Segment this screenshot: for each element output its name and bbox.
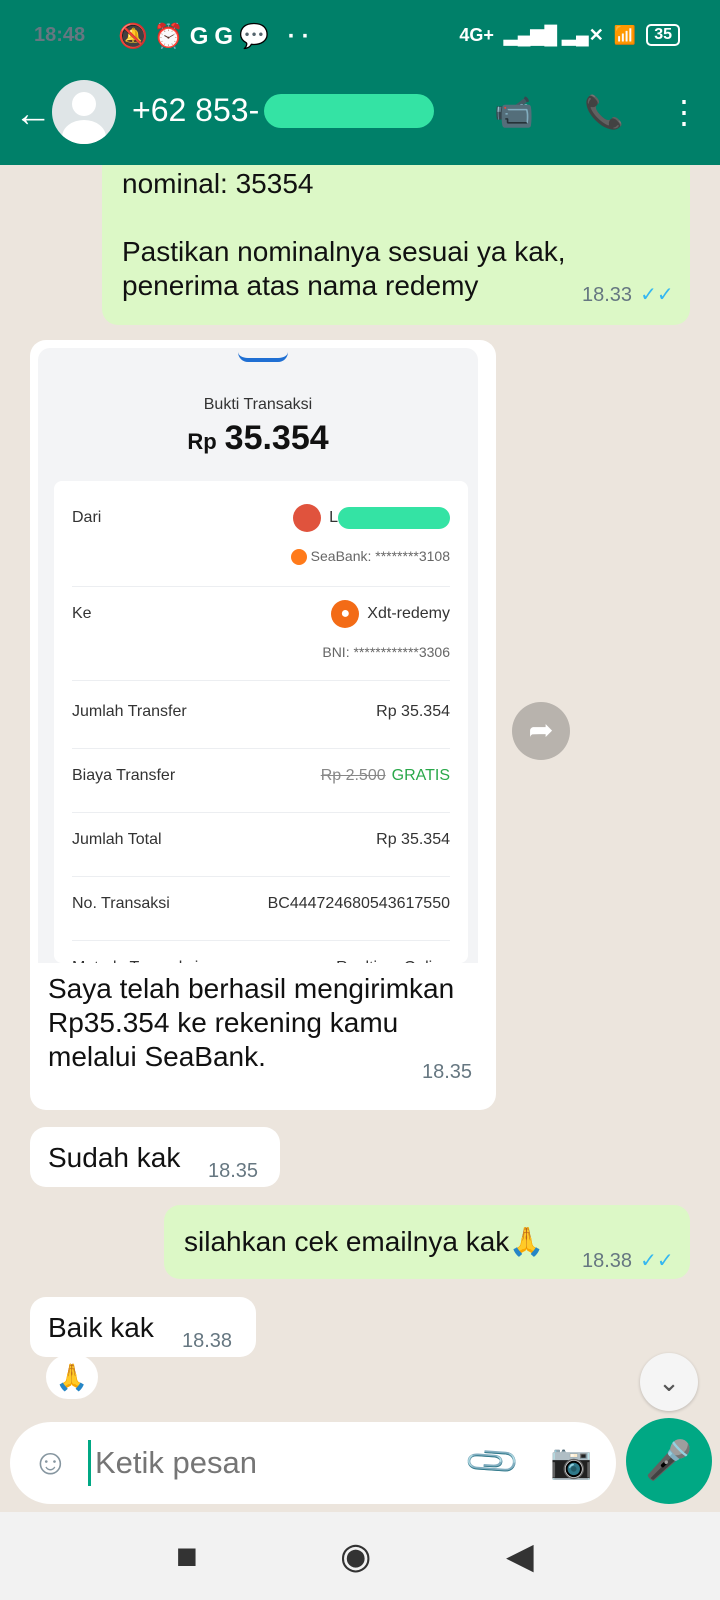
old-fee: Rp 2.500 [320, 767, 386, 784]
avatar-body [62, 120, 106, 144]
avatar-head [72, 92, 96, 116]
recipient-avatar-icon: ● [331, 599, 360, 628]
row-value: L SeaBank: ********3108 [290, 501, 450, 573]
row-label: Metode Transaksi [72, 951, 198, 963]
system-nav-bar: ■ ◉ ◀ [0, 1512, 720, 1600]
row-value: Rp 35.354 [376, 703, 450, 720]
network-label: 4G+ [459, 24, 494, 45]
row-label: Dari [72, 509, 102, 526]
reaction-emoji[interactable]: 🙏 [46, 1355, 98, 1399]
message-text: silahkan cek emailnya kak🙏 [184, 1226, 545, 1257]
contact-name[interactable]: +62 853- [132, 92, 259, 129]
receipt-row-method: Metode Transaksi Realtime Online [72, 951, 450, 963]
caption-line: Saya telah berhasil mengirimkan [48, 973, 455, 1004]
message-timestamp: 18.35 [422, 1061, 473, 1083]
row-label: Jumlah Transfer [72, 703, 187, 720]
message-text: Sudah kak [48, 1142, 181, 1173]
redaction-mark [338, 506, 450, 529]
emoji-icon[interactable]: ☺ [32, 1442, 69, 1482]
recent-apps-icon[interactable]: ■ [176, 1534, 198, 1578]
receipt-amount: Rp 35.354 [38, 419, 478, 458]
incoming-image-message[interactable]: Bukti Transaksi Rp 35.354 Dari L SeaBank:… [30, 340, 496, 1110]
scroll-down-icon[interactable]: ⌄ [640, 1353, 698, 1411]
menu-dots-icon[interactable]: ⋮ [668, 92, 700, 132]
receipt-row-to: Ke ● Xdt-redemy BNI: ************3306 [72, 597, 450, 681]
read-ticks-icon: ✓✓ [640, 1250, 674, 1272]
incoming-message[interactable]: Baik kak 18.38 [30, 1297, 256, 1357]
row-value: BC444724680543617550 [267, 895, 450, 912]
message-time: 18.38 ✓✓ [582, 1245, 674, 1278]
recipient-bank: BNI: ************3306 [322, 644, 450, 660]
recipient-name: Xdt-redemy [367, 605, 450, 622]
home-icon[interactable]: ◉ [340, 1534, 371, 1578]
message-timestamp: 18.35 [208, 1160, 259, 1182]
receipt-row-transaction-id: No. Transaksi BC444724680543617550 [72, 887, 450, 941]
row-value: Rp 2.500 GRATIS [321, 759, 450, 792]
receipt-title: Bukti Transaksi [203, 396, 313, 413]
row-label: Biaya Transfer [72, 767, 176, 784]
video-call-icon[interactable]: 📹 [494, 92, 534, 132]
row-value: Rp 35.354 [376, 831, 450, 848]
caption-line: melalui SeaBank. [48, 1041, 266, 1072]
receipt-row-total: Jumlah Total Rp 35.354 [72, 823, 450, 877]
currency-label: Rp [187, 429, 217, 454]
receipt-row-from: Dari L SeaBank: ********3108 [72, 501, 450, 587]
top-bar: 18:48 🔕⏰GG💬 ·· 4G+ ▂▄▆█ ▂▄✕ 📶 35 ← +62 8… [0, 0, 720, 165]
sender-bank: SeaBank: ********3108 [310, 548, 450, 564]
message-timestamp: 18.38 [582, 1250, 633, 1272]
back-arrow-icon[interactable]: ← [14, 94, 52, 134]
receipt-image[interactable]: Bukti Transaksi Rp 35.354 Dari L SeaBank:… [38, 348, 478, 963]
message-time: 18.33 ✓✓ [582, 279, 674, 312]
incoming-message[interactable]: Sudah kak 18.35 [30, 1127, 280, 1187]
outgoing-message[interactable]: silahkan cek emailnya kak🙏 18.38 ✓✓ [164, 1205, 690, 1279]
chat-header: ← +62 853- 📹 📞 ⋮ [0, 80, 720, 150]
chat-area: nominal: 35354 Pastikan nominalnya sesua… [0, 165, 720, 1415]
amount-value: 35.354 [224, 419, 329, 457]
battery-icon: 35 [646, 24, 680, 46]
message-composer: ☺ 📎 📷 [10, 1422, 616, 1504]
signal-icon: ▂▄▆█ ▂▄✕ [503, 24, 604, 45]
message-timestamp: 18.33 [582, 284, 633, 306]
receipt-row-transfer: Jumlah Transfer Rp 35.354 [72, 695, 450, 749]
message-text: Baik kak [48, 1312, 154, 1343]
wifi-icon: 📶 [613, 24, 637, 45]
status-bar: 18:48 🔕⏰GG💬 ·· 4G+ ▂▄▆█ ▂▄✕ 📶 35 [0, 18, 720, 62]
message-line: penerima atas nama redemy [122, 270, 479, 301]
row-label: Jumlah Total [72, 831, 162, 848]
read-ticks-icon: ✓✓ [640, 284, 674, 306]
message-line: nominal: 35354 [122, 168, 314, 199]
receipt-row-fee: Biaya Transfer Rp 2.500 GRATIS [72, 759, 450, 813]
notification-icons: 🔕⏰GG💬 ·· [118, 23, 316, 50]
attach-icon[interactable]: 📎 [461, 1431, 524, 1494]
contact-avatar[interactable] [52, 80, 116, 144]
camera-icon[interactable]: 📷 [550, 1440, 592, 1484]
forward-icon[interactable]: ➦ [512, 702, 570, 760]
free-badge: GRATIS [391, 767, 450, 784]
row-value: ● Xdt-redemy BNI: ************3306 [322, 597, 450, 669]
seabank-icon [290, 549, 307, 566]
row-label: No. Transaksi [72, 895, 170, 912]
row-label: Ke [72, 605, 92, 622]
row-value: Realtime Online [336, 951, 450, 963]
sender-initial: L [329, 509, 338, 526]
outgoing-message[interactable]: nominal: 35354 Pastikan nominalnya sesua… [102, 165, 690, 325]
receipt-details: Dari L SeaBank: ********3108 Ke ● Xdt-red… [54, 481, 468, 963]
redaction-mark [264, 94, 434, 128]
back-nav-icon[interactable]: ◀ [506, 1534, 534, 1578]
bank-logo [238, 352, 288, 362]
sender-avatar-icon [293, 503, 322, 532]
message-input[interactable] [88, 1440, 468, 1486]
message-timestamp: 18.38 [182, 1330, 233, 1352]
voice-call-icon[interactable]: 📞 [584, 92, 624, 132]
caption-line: Rp35.354 ke rekening kamu [48, 1007, 399, 1038]
mic-button[interactable]: 🎤 [626, 1418, 712, 1504]
message-line: Pastikan nominalnya sesuai ya kak, [122, 236, 566, 267]
system-icons: 4G+ ▂▄▆█ ▂▄✕ 📶 35 [459, 24, 680, 46]
status-time: 18:48 [34, 24, 86, 46]
